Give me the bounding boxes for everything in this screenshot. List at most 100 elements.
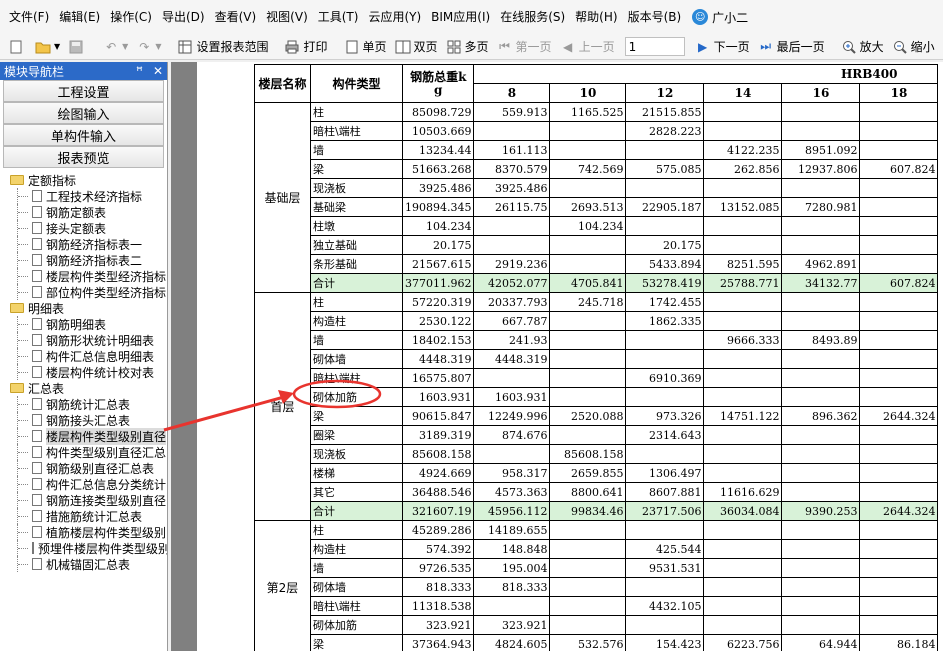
tree-folder[interactable]: 汇总表 (0, 380, 167, 396)
floor-name-cell: 第2层 (254, 520, 311, 651)
menu-item[interactable]: 文件(F) (4, 0, 54, 34)
tree-item[interactable]: 楼层构件类型级别直径 (0, 427, 167, 445)
tree-item[interactable]: 植筋楼层构件类型级别 (0, 524, 167, 540)
nav-module-button[interactable]: 绘图输入 (3, 102, 164, 124)
save-button[interactable] (64, 36, 91, 58)
document-icon (32, 238, 42, 250)
prev-page-button[interactable]: ◀ 上一页 (556, 36, 619, 58)
component-type-cell: 现浇板 (310, 178, 403, 198)
menu-item[interactable]: 工具(T) (313, 0, 364, 34)
report-range-icon (177, 39, 193, 55)
diameter-weight-cell (781, 216, 861, 236)
next-page-icon: ▶ (697, 39, 708, 54)
diameter-weight-cell (859, 140, 939, 160)
tree-item[interactable]: 措施筋统计汇总表 (0, 508, 167, 524)
menu-item[interactable]: 视图(V) (261, 0, 313, 34)
tree-item[interactable]: 楼层构件类型经济指标 (0, 268, 167, 284)
menu-item[interactable]: 版本号(B) (623, 0, 687, 34)
diameter-weight-cell (781, 292, 861, 312)
header-grade-label: HRB400 (840, 67, 898, 81)
table-row: 墙 13234.44 161.113 4122.235 8951.092 (255, 140, 939, 160)
pin-icon[interactable]: ꟸ (136, 64, 143, 78)
tree-item[interactable]: 楼层构件统计校对表 (0, 364, 167, 380)
diameter-weight-cell (781, 615, 861, 635)
tree-item[interactable]: 预埋件楼层构件类型级别 (0, 540, 167, 556)
print-button[interactable]: 打印 (280, 36, 331, 58)
tree-folder[interactable]: 明细表 (0, 300, 167, 316)
open-file-button[interactable]: ▼ (31, 36, 64, 58)
menu-item[interactable]: 在线服务(S) (495, 0, 570, 34)
double-page-button[interactable]: 双页 (391, 36, 442, 58)
menu-item[interactable]: 云应用(Y) (363, 0, 426, 34)
redo-button[interactable]: ↷ ▼ (132, 36, 165, 58)
tree-item[interactable]: 钢筋明细表 (0, 316, 167, 332)
tree-item[interactable]: 钢筋定额表 (0, 204, 167, 220)
document-icon (32, 462, 42, 474)
nav-module-button[interactable]: 单构件输入 (3, 124, 164, 146)
toolbar: ▼ ↶ ▼ ↷ ▼ 设置报表范围 打印 单页 双页 多页 ⏮ 第一页 ◀ 上一页… (0, 34, 943, 60)
total-weight-cell: 190894.345 (401, 197, 475, 217)
diameter-weight-cell: 22905.187 (625, 197, 705, 217)
table-row: 砌体墙 4448.319 4448.319 (255, 349, 939, 369)
search-button[interactable] (939, 36, 943, 58)
header-diameter: 8 (473, 83, 551, 103)
assistant-menu[interactable]: ☺ 广小二 (686, 9, 748, 26)
tree-item[interactable]: 工程技术经济指标 (0, 188, 167, 204)
menu-item[interactable]: 帮助(H) (570, 0, 622, 34)
menu-item[interactable]: 操作(C) (105, 0, 157, 34)
header-total-weight-line2: g (434, 82, 443, 97)
diameter-weight-cell (859, 311, 939, 331)
page-number-input[interactable] (624, 37, 685, 56)
dropdown-arrow-icon: ▼ (122, 42, 129, 51)
tree-item[interactable]: 钢筋接头汇总表 (0, 412, 167, 428)
total-weight-cell: 3189.319 (401, 425, 475, 445)
tree-item[interactable]: 构件类型级别直径汇总 (0, 444, 167, 460)
tree-item[interactable]: 钢筋级别直径汇总表 (0, 460, 167, 476)
total-weight-cell: 11318.538 (401, 596, 475, 616)
tree-item[interactable]: 钢筋经济指标表二 (0, 252, 167, 268)
module-nav-panel: 模块导航栏 ꟸ ✕ 工程设置 绘图输入 单构件输入 报表预览 定额指标 工程技术经济指标… (0, 62, 168, 651)
tree-item[interactable]: 钢筋统计汇总表 (0, 396, 167, 412)
tree-folder[interactable]: 定额指标 (0, 172, 167, 188)
diameter-weight-cell (703, 292, 783, 312)
multi-page-button[interactable]: 多页 (442, 36, 493, 58)
component-type-cell: 楼梯 (310, 463, 403, 483)
diameter-weight-cell: 21515.855 (625, 102, 705, 122)
next-page-button[interactable]: ▶ 下一页 (691, 36, 754, 58)
tree-item[interactable]: 机械锚固汇总表 (0, 556, 167, 572)
set-report-range-button[interactable]: 设置报表范围 (173, 36, 272, 58)
tree-item[interactable]: 钢筋形状统计明细表 (0, 332, 167, 348)
tree-item[interactable]: 接头定额表 (0, 220, 167, 236)
menu-item[interactable]: 编辑(E) (54, 0, 105, 34)
tree-item[interactable]: 部位构件类型经济指标 (0, 284, 167, 300)
diameter-weight-cell (781, 368, 861, 388)
single-page-button[interactable]: 单页 (340, 36, 391, 58)
total-weight-cell: 323.921 (401, 615, 475, 635)
diameter-weight-cell (703, 311, 783, 331)
tree-item[interactable]: 钢筋连接类型级别直径 (0, 492, 167, 508)
single-page-icon (344, 39, 360, 55)
zoom-out-button[interactable]: 缩小 (888, 36, 939, 58)
tree-item[interactable]: 构件汇总信息明细表 (0, 348, 167, 364)
document-icon (32, 398, 42, 410)
menu-item[interactable]: 导出(D) (157, 0, 210, 34)
nav-module-button[interactable]: 报表预览 (3, 146, 164, 168)
tree-item[interactable]: 钢筋经济指标表一 (0, 236, 167, 252)
undo-button[interactable]: ↶ ▼ (99, 36, 132, 58)
diameter-weight-cell (625, 178, 705, 198)
close-icon[interactable]: ✕ (153, 64, 163, 78)
tree-item-label: 楼层构件统计校对表 (46, 365, 155, 380)
tree-item[interactable]: 构件汇总信息分类统计 (0, 476, 167, 492)
tree-item-label: 部位构件类型经济指标 (46, 285, 167, 300)
last-page-button[interactable]: ⏭ 最后一页 (754, 36, 829, 58)
new-file-button[interactable] (4, 36, 31, 58)
zoom-in-button[interactable]: 放大 (837, 36, 888, 58)
diameter-weight-cell (781, 463, 861, 483)
diameter-weight-cell: 667.787 (473, 311, 551, 331)
menu-item[interactable]: 查看(V) (210, 0, 262, 34)
first-page-button[interactable]: ⏮ 第一页 (493, 36, 556, 58)
floor-name-cell: 首层 (254, 292, 311, 521)
menu-item[interactable]: BIM应用(I) (426, 0, 495, 34)
nav-module-button[interactable]: 工程设置 (3, 80, 164, 102)
diameter-weight-cell (781, 121, 861, 141)
